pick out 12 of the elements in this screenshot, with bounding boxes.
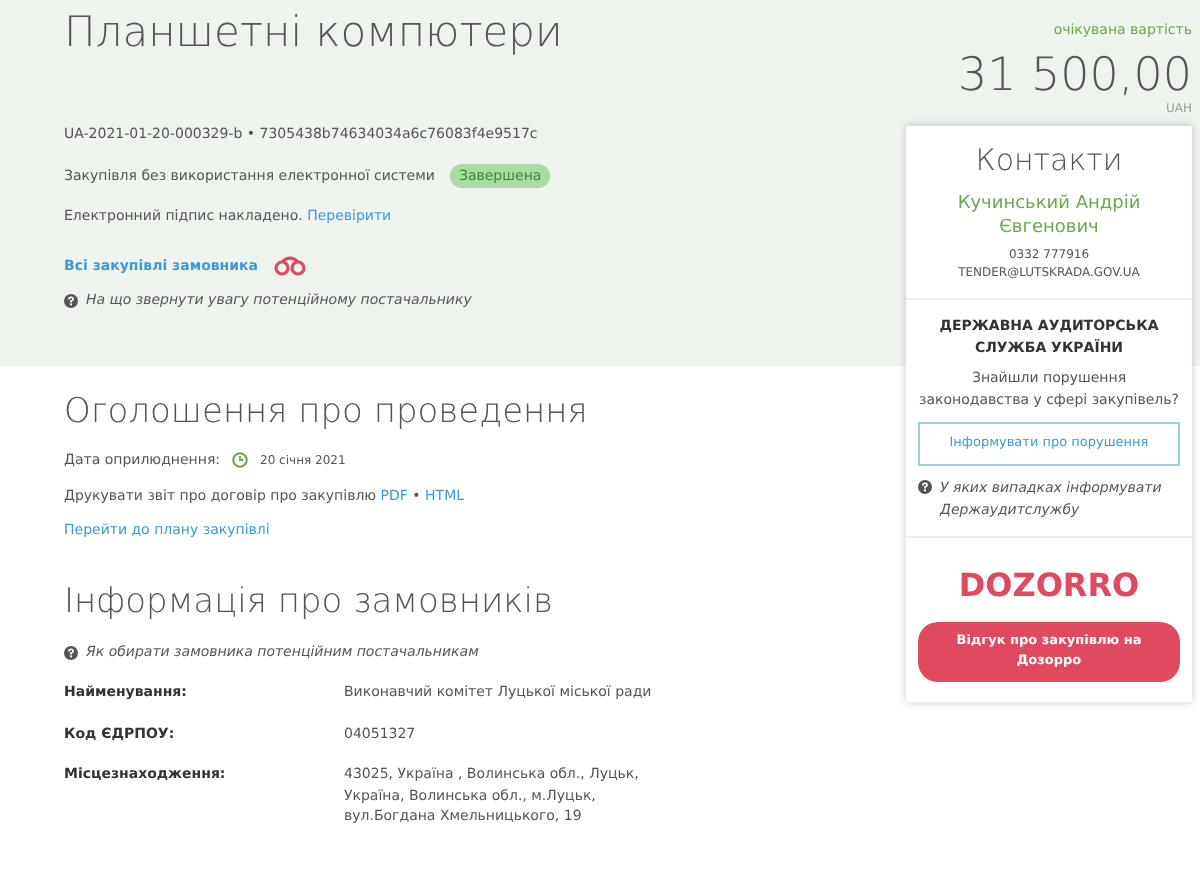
question-icon [918,480,932,495]
question-icon [64,293,78,308]
page-title: Планшетні компютери [64,8,565,59]
contact-name: Кучинський Андрій Євгенович [955,194,1143,241]
handcuffs-icon [274,255,307,276]
clock-icon [232,452,249,469]
dozorro-logo: DOZORRO [956,564,1142,609]
section-heading: Інформація про замовників [64,581,555,622]
price-amount: 31 500,00 [955,53,1192,99]
card-heading: Контакти [973,139,1125,181]
question-icon [64,645,78,660]
section-heading: Оголошення про проведення [64,391,590,433]
